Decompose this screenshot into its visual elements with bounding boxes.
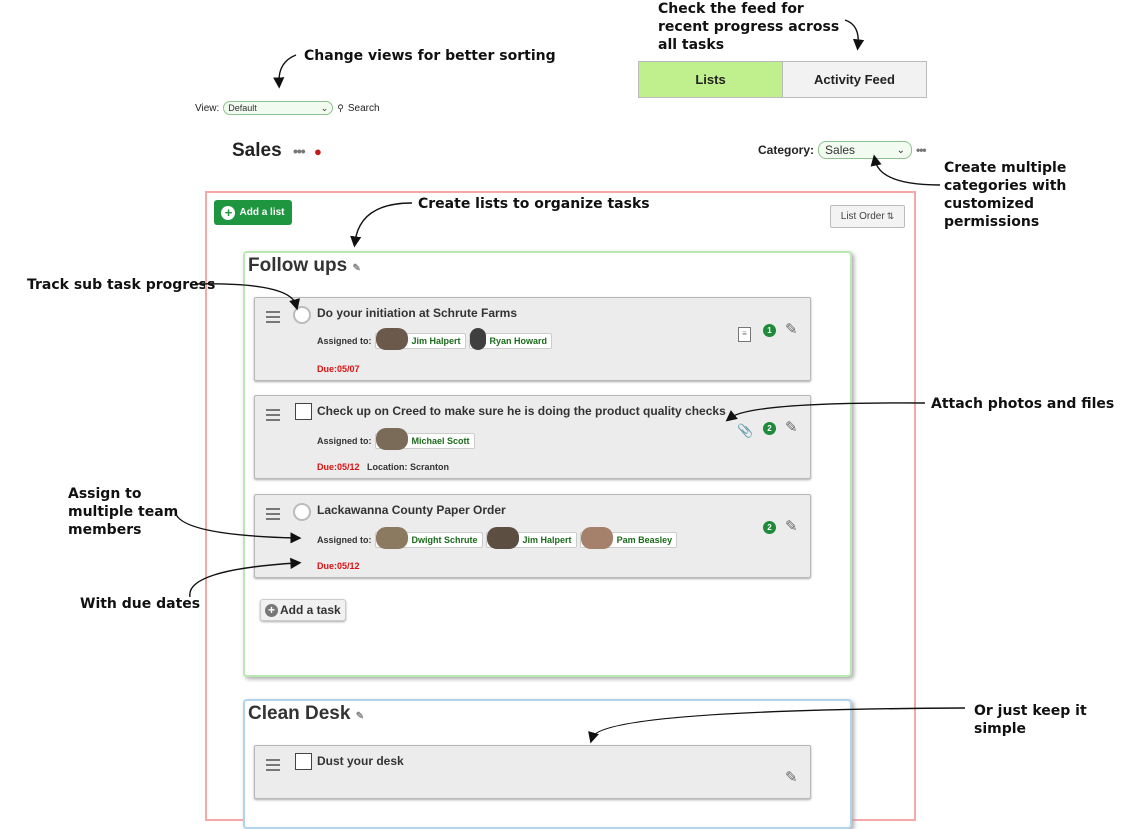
task-checkbox[interactable] [295, 753, 312, 770]
task-card[interactable]: Dust your desk ✎ [254, 745, 811, 799]
assignee-name: Jim Halpert [522, 535, 572, 545]
task-title[interactable]: Do your initiation at Schrute Farms [317, 306, 517, 320]
list-title: Follow ups ✎ [248, 255, 361, 277]
plus-circle-icon: + [265, 603, 278, 617]
due-date: Due:05/12 [317, 561, 360, 571]
avatar [375, 428, 408, 450]
view-selected-value: Default [228, 103, 257, 113]
edit-pencil-icon[interactable]: ✎ [785, 418, 798, 436]
view-select[interactable]: Default ⌄ [223, 101, 334, 115]
add-task-label: Add a task [280, 603, 341, 617]
view-bar: View: Default ⌄ ⚲ Search [195, 101, 380, 115]
drag-handle-icon[interactable] [266, 409, 280, 424]
task-card[interactable]: Do your initiation at Schrute Farms Assi… [254, 297, 811, 381]
assignee-chip[interactable]: Michael Scott [374, 428, 475, 450]
category-select[interactable]: Sales ⌄ [818, 141, 913, 159]
avatar [375, 527, 408, 549]
assignee-chip[interactable]: Ryan Howard [468, 328, 553, 350]
edit-pencil-icon[interactable]: ✎ [785, 517, 798, 535]
search-icon[interactable]: ⚲ [337, 103, 344, 114]
assigned-label: Assigned to: [317, 535, 372, 545]
avatar [580, 527, 613, 549]
view-tabs: Lists Activity Feed [638, 61, 927, 98]
assignee-name: Dwight Schrute [411, 535, 478, 545]
assignee-name: Jim Halpert [411, 336, 461, 346]
task-title[interactable]: Lackawanna County Paper Order [317, 503, 506, 517]
list-order-button[interactable]: List Order ⇅ [830, 205, 905, 228]
category-label: Category: [758, 143, 815, 157]
add-list-button[interactable]: + Add a list [214, 200, 292, 225]
edit-pencil-icon[interactable]: ✎ [785, 768, 798, 786]
annotation-assign: Assign to multiple team members [68, 486, 179, 538]
avatar [375, 328, 408, 350]
task-title[interactable]: Check up on Creed to make sure he is doi… [317, 404, 726, 418]
category-selected-value: Sales [825, 143, 856, 157]
edit-pencil-icon[interactable]: ✎ [785, 320, 798, 338]
tab-activity-feed[interactable]: Activity Feed [783, 62, 926, 97]
assignees: Assigned to: Michael Scott [317, 428, 475, 450]
list-title-text: Clean Desk [248, 703, 351, 724]
assignees: Assigned to: Dwight Schrute Jim Halpert … [317, 527, 678, 549]
list-title: Clean Desk ✎ [248, 703, 364, 725]
chevron-down-icon: ⌄ [320, 102, 329, 113]
more-icon[interactable]: ••• [293, 143, 306, 159]
annotation-due: With due dates [80, 596, 201, 612]
annotation-feed: Check the feed for recent progress acros… [658, 1, 840, 53]
arrow-categories [870, 154, 941, 186]
chevron-down-icon: ⌄ [896, 144, 906, 156]
view-label: View: [195, 102, 220, 114]
board-title-text: Sales [232, 140, 282, 161]
board-title: Sales ••• ● [232, 140, 322, 162]
task-card[interactable]: Check up on Creed to make sure he is doi… [254, 395, 811, 479]
subtask-progress-icon [293, 306, 311, 324]
add-task-button[interactable]: + Add a task [260, 599, 346, 621]
paperclip-icon[interactable]: 📎 [737, 423, 753, 439]
edit-pencil-icon[interactable]: ✎ [356, 711, 364, 722]
task-title[interactable]: Dust your desk [317, 754, 404, 768]
arrow-views [273, 54, 297, 89]
tab-lists[interactable]: Lists [639, 62, 783, 97]
avatar [469, 328, 486, 350]
assigned-label: Assigned to: [317, 436, 372, 446]
due-date: Due:05/07 [317, 364, 360, 374]
annotation-attach: Attach photos and files [931, 396, 1115, 412]
annotation-subtask: Track sub task progress [27, 277, 216, 293]
sort-icon: ⇅ [886, 211, 895, 221]
annotation-simple: Or just keep it simple [974, 703, 1087, 737]
assignee-name: Michael Scott [411, 436, 470, 446]
task-card[interactable]: Lackawanna County Paper Order Assigned t… [254, 494, 811, 578]
plus-circle-icon: + [221, 205, 236, 220]
drag-handle-icon[interactable] [266, 759, 280, 774]
add-list-label: Add a list [239, 207, 285, 218]
category-bar: Category: Sales ⌄ ••• [758, 141, 927, 159]
assignee-name: Pam Beasley [616, 535, 673, 545]
assignee-name: Ryan Howard [489, 336, 548, 346]
assigned-label: Assigned to: [317, 336, 372, 346]
list-order-label: List Order [840, 211, 885, 222]
assignee-chip[interactable]: Jim Halpert [485, 527, 577, 549]
search-link[interactable]: Search [348, 103, 380, 114]
assignee-chip[interactable]: Jim Halpert [374, 328, 466, 350]
avatar [486, 527, 519, 549]
subtask-progress-icon [293, 503, 311, 521]
subtask-count-badge: 2 [763, 422, 776, 435]
edit-pencil-icon[interactable]: ✎ [353, 263, 361, 274]
more-icon[interactable]: ••• [916, 143, 927, 157]
lock-icon[interactable]: ● [314, 144, 322, 159]
task-checkbox[interactable] [295, 403, 312, 420]
annotation-categories: Create multiple categories with customiz… [944, 160, 1067, 230]
note-icon[interactable]: ≡ [738, 327, 751, 342]
assignee-chip[interactable]: Pam Beasley [579, 527, 678, 549]
annotation-views: Change views for better sorting [304, 48, 556, 64]
list-title-text: Follow ups [248, 255, 348, 276]
subtask-count-badge: 2 [763, 521, 776, 534]
assignee-chip[interactable]: Dwight Schrute [374, 527, 483, 549]
task-location: Location: Scranton [367, 462, 450, 472]
drag-handle-icon[interactable] [266, 508, 280, 523]
drag-handle-icon[interactable] [266, 311, 280, 326]
subtask-count-badge: 1 [763, 324, 776, 337]
assignees: Assigned to: Jim Halpert Ryan Howard [317, 328, 553, 350]
due-date: Due:05/12 [317, 462, 360, 472]
